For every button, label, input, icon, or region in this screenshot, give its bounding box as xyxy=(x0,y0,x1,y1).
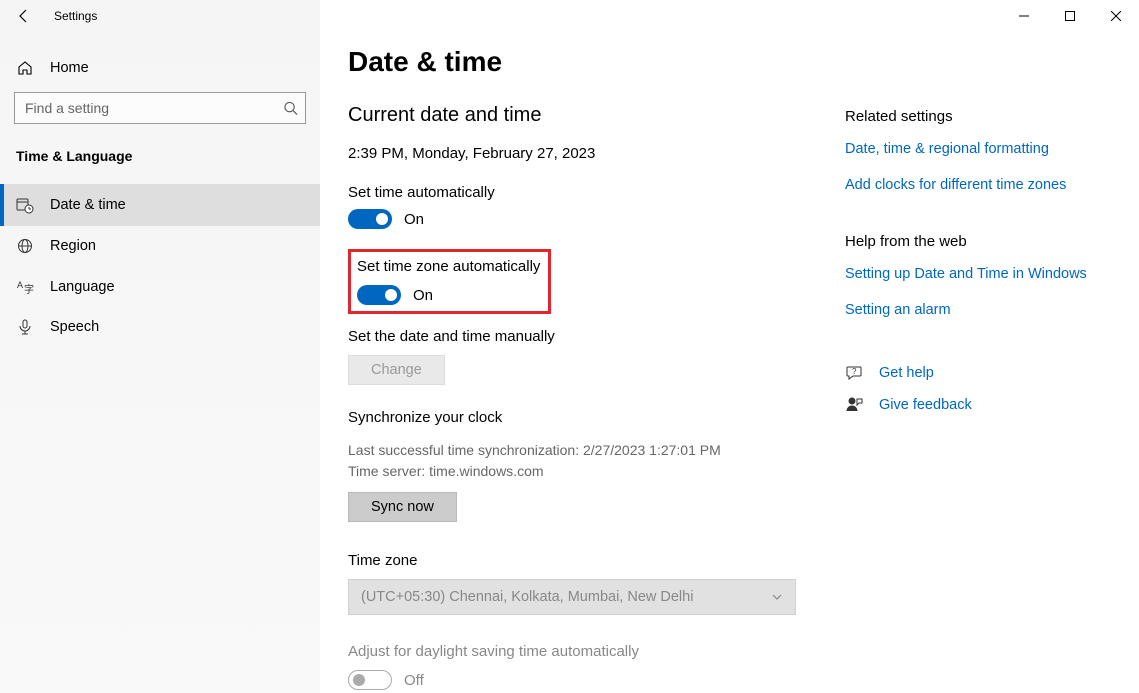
home-label: Home xyxy=(50,60,89,76)
maximize-icon xyxy=(1065,11,1075,21)
set-tz-auto-state: On xyxy=(413,287,433,304)
tz-select: (UTC+05:30) Chennai, Kolkata, Mumbai, Ne… xyxy=(348,579,796,615)
current-datetime: 2:39 PM, Monday, February 27, 2023 xyxy=(348,145,841,162)
dst-toggle xyxy=(348,670,392,690)
maximize-button[interactable] xyxy=(1047,0,1093,32)
svg-text:?: ? xyxy=(852,367,857,376)
right-pane: Related settings Date, time & regional f… xyxy=(841,46,1111,693)
sidebar-item-label: Language xyxy=(50,279,115,295)
change-button: Change xyxy=(348,355,445,385)
sidebar-item-label: Date & time xyxy=(50,197,126,213)
sidebar-item-region[interactable]: Region xyxy=(0,226,320,266)
highlighted-setting: Set time zone automatically On xyxy=(348,249,551,314)
tz-block: Time zone (UTC+05:30) Chennai, Kolkata, … xyxy=(348,552,841,615)
dst-state: Off xyxy=(404,672,424,689)
sync-heading: Synchronize your clock xyxy=(348,409,841,426)
sidebar-item-label: Speech xyxy=(50,319,99,335)
link-add-clocks[interactable]: Add clocks for different time zones xyxy=(845,177,1111,193)
sync-info: Last successful time synchronization: 2/… xyxy=(348,440,841,482)
sync-server: Time server: time.windows.com xyxy=(348,461,841,482)
tz-label: Time zone xyxy=(348,552,841,569)
minimize-button[interactable] xyxy=(1001,0,1047,32)
minimize-icon xyxy=(1019,11,1029,21)
set-time-auto-label: Set time automatically xyxy=(348,184,841,201)
chat-help-icon: ? xyxy=(845,364,865,382)
svg-text:字: 字 xyxy=(24,283,34,295)
microphone-icon xyxy=(16,319,34,335)
give-feedback-link[interactable]: Give feedback xyxy=(879,397,972,413)
link-setting-alarm[interactable]: Setting an alarm xyxy=(845,302,1111,318)
content: Date & time Current date and time 2:39 P… xyxy=(348,46,841,693)
get-help-link[interactable]: Get help xyxy=(879,365,934,381)
dst-label: Adjust for daylight saving time automati… xyxy=(348,643,841,660)
main: Date & time Current date and time 2:39 P… xyxy=(320,0,1139,693)
get-help-row: ? Get help xyxy=(845,364,1111,382)
related-title: Related settings xyxy=(845,108,1111,125)
sidebar-section-title: Time & Language xyxy=(0,134,320,184)
search-wrap xyxy=(14,92,306,124)
home-icon xyxy=(16,60,34,76)
sync-last: Last successful time synchronization: 2/… xyxy=(348,440,841,461)
close-button[interactable] xyxy=(1093,0,1139,32)
sidebar-item-speech[interactable]: Speech xyxy=(0,307,320,347)
globe-icon xyxy=(16,238,34,254)
set-tz-auto-toggle[interactable] xyxy=(357,285,401,305)
window-title: Settings xyxy=(54,9,97,23)
sync-now-button[interactable]: Sync now xyxy=(348,492,457,522)
set-time-auto-row: On xyxy=(348,209,841,229)
sidebar: Home Time & Language Date & time Region … xyxy=(0,0,320,693)
link-regional-formatting[interactable]: Date, time & regional formatting xyxy=(845,141,1111,157)
back-button[interactable] xyxy=(0,0,48,32)
sync-block: Synchronize your clock Last successful t… xyxy=(348,409,841,522)
feedback-row: Give feedback xyxy=(845,396,1111,414)
sidebar-item-language[interactable]: A字 Language xyxy=(0,266,320,307)
set-manual-label: Set the date and time manually xyxy=(348,328,841,345)
set-tz-auto-label: Set time zone automatically xyxy=(357,258,540,275)
help-section: Help from the web Setting up Date and Ti… xyxy=(845,233,1111,318)
page-title: Date & time xyxy=(348,46,841,78)
close-icon xyxy=(1111,11,1121,21)
current-heading: Current date and time xyxy=(348,104,841,127)
sidebar-item-date-time[interactable]: Date & time xyxy=(0,184,320,226)
chevron-down-icon xyxy=(771,591,783,603)
window-controls xyxy=(1001,0,1139,32)
clock-calendar-icon xyxy=(16,196,34,214)
search-input[interactable] xyxy=(14,92,306,124)
search-icon xyxy=(283,101,298,116)
sidebar-item-label: Region xyxy=(50,238,96,254)
titlebar: Settings xyxy=(0,0,1139,32)
help-title: Help from the web xyxy=(845,233,1111,250)
dst-block: Adjust for daylight saving time automati… xyxy=(348,643,841,690)
set-time-auto-toggle[interactable] xyxy=(348,209,392,229)
link-setup-datetime[interactable]: Setting up Date and Time in Windows xyxy=(845,266,1111,282)
svg-text:A: A xyxy=(17,280,23,290)
tz-value: (UTC+05:30) Chennai, Kolkata, Mumbai, Ne… xyxy=(361,589,693,605)
arrow-left-icon xyxy=(16,8,32,24)
feedback-icon xyxy=(845,396,865,414)
set-time-auto-state: On xyxy=(404,211,424,228)
language-icon: A字 xyxy=(16,278,34,295)
home-nav[interactable]: Home xyxy=(0,50,320,86)
